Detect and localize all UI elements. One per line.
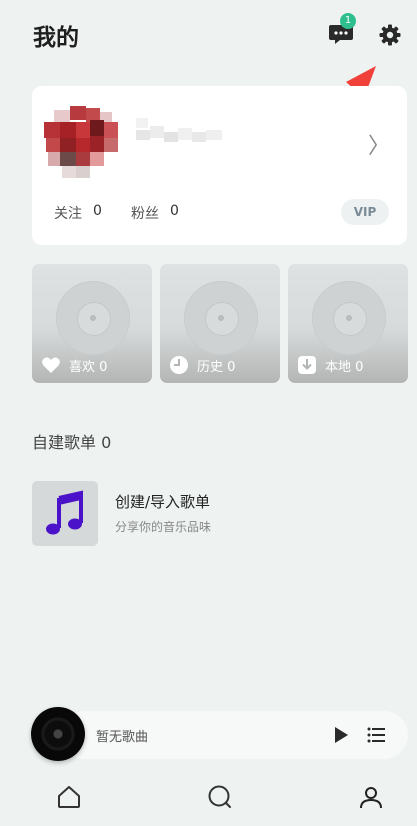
search-icon xyxy=(208,785,231,808)
page-title: 我的 xyxy=(33,25,79,51)
profile-icon xyxy=(360,787,382,809)
tile-history-label: 历史 0 xyxy=(197,360,236,375)
message-badge: 1 xyxy=(340,13,356,29)
tile-liked[interactable]: 喜欢 0 xyxy=(32,264,152,383)
avatar[interactable] xyxy=(44,106,122,180)
section-title-playlists: 自建歌单 0 xyxy=(32,433,112,452)
tile-liked-label: 喜欢 0 xyxy=(69,360,108,375)
disc-icon xyxy=(56,281,130,355)
fans-label[interactable]: 粉丝 xyxy=(131,203,159,223)
fans-count[interactable]: 0 xyxy=(170,203,179,219)
nav-search[interactable] xyxy=(207,784,233,810)
player-status-text: 暂无歌曲 xyxy=(96,730,149,745)
create-playlist-cover[interactable] xyxy=(32,481,98,546)
tile-local-label: 本地 0 xyxy=(325,360,364,375)
profile-chevron-icon[interactable]: 〉 xyxy=(368,128,390,160)
follow-label[interactable]: 关注 xyxy=(54,203,82,223)
create-playlist-title[interactable]: 创建/导入歌单 xyxy=(115,491,210,512)
vinyl-disc-icon[interactable] xyxy=(31,707,85,761)
create-playlist-subtitle: 分享你的音乐品味 xyxy=(115,520,212,534)
settings-button[interactable] xyxy=(378,23,402,47)
playlist-queue-button[interactable] xyxy=(367,727,385,743)
vip-button[interactable]: VIP xyxy=(341,199,389,225)
disc-icon xyxy=(184,281,258,355)
heart-icon xyxy=(42,357,60,373)
music-note-icon xyxy=(46,490,83,535)
list-icon xyxy=(367,727,385,743)
gear-icon xyxy=(379,24,401,46)
download-icon xyxy=(298,356,316,374)
nav-home[interactable] xyxy=(56,784,82,810)
tile-history[interactable]: 历史 0 xyxy=(160,264,280,383)
username[interactable] xyxy=(136,118,226,150)
home-icon xyxy=(58,786,80,808)
tile-local[interactable]: 本地 0 xyxy=(288,264,408,383)
play-button[interactable] xyxy=(333,726,349,744)
nav-profile[interactable] xyxy=(358,784,384,810)
disc-icon xyxy=(312,281,386,355)
clock-icon xyxy=(170,356,188,374)
follow-count[interactable]: 0 xyxy=(93,203,102,219)
play-icon xyxy=(335,727,348,743)
